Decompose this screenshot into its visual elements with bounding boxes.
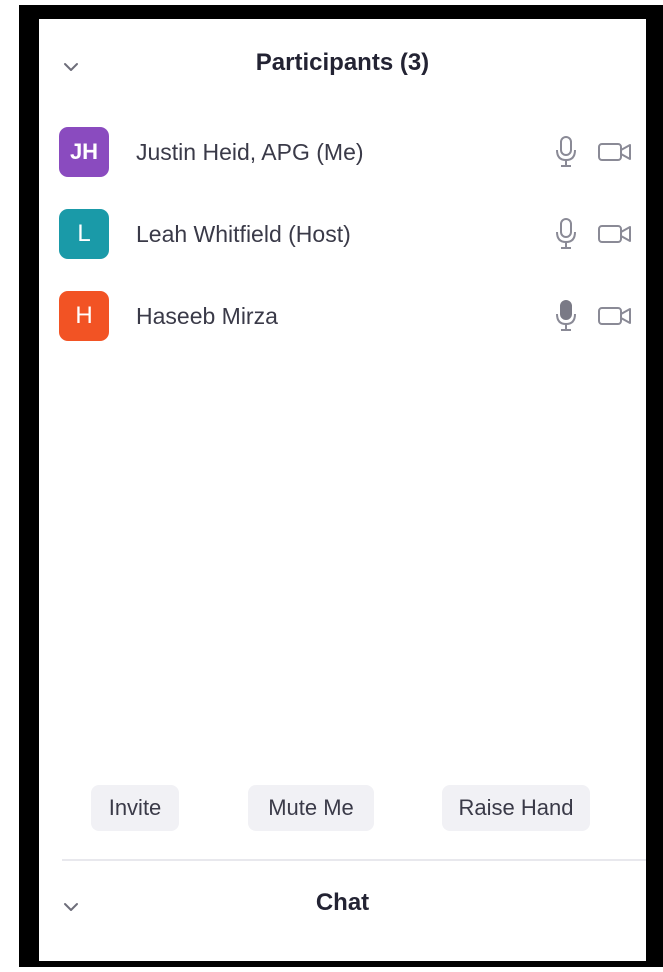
participants-list: JH Justin Heid, APG (Me) L Leah Whitfiel… — [39, 119, 646, 365]
video-camera-icon[interactable] — [597, 305, 633, 327]
participant-name: Leah Whitfield (Host) — [136, 221, 351, 247]
mic-filled-icon[interactable] — [555, 299, 577, 333]
mute-me-button[interactable]: Mute Me — [248, 785, 374, 831]
avatar: H — [59, 291, 109, 341]
participant-row[interactable]: JH Justin Heid, APG (Me) — [39, 119, 646, 201]
participant-row[interactable]: H Haseeb Mirza — [39, 283, 646, 365]
mic-outline-icon[interactable] — [555, 135, 577, 169]
video-camera-icon[interactable] — [597, 141, 633, 163]
invite-button[interactable]: Invite — [91, 785, 179, 831]
participants-chat-panel: Participants (3) JH Justin Heid, APG (Me… — [39, 19, 646, 961]
divider — [62, 859, 646, 861]
participant-name: Haseeb Mirza — [136, 303, 278, 329]
participant-row[interactable]: L Leah Whitfield (Host) — [39, 201, 646, 283]
avatar: L — [59, 209, 109, 259]
participant-actions: Invite Mute Me Raise Hand — [39, 785, 646, 835]
avatar: JH — [59, 127, 109, 177]
participants-title: Participants (3) — [255, 49, 430, 76]
video-camera-icon[interactable] — [597, 223, 633, 245]
mic-outline-icon[interactable] — [555, 217, 577, 251]
participants-header: Participants (3) — [39, 19, 646, 114]
chat-header: Chat — [39, 879, 646, 939]
participant-name: Justin Heid, APG (Me) — [136, 139, 364, 165]
chat-title: Chat — [315, 889, 370, 916]
raise-hand-button[interactable]: Raise Hand — [442, 785, 590, 831]
